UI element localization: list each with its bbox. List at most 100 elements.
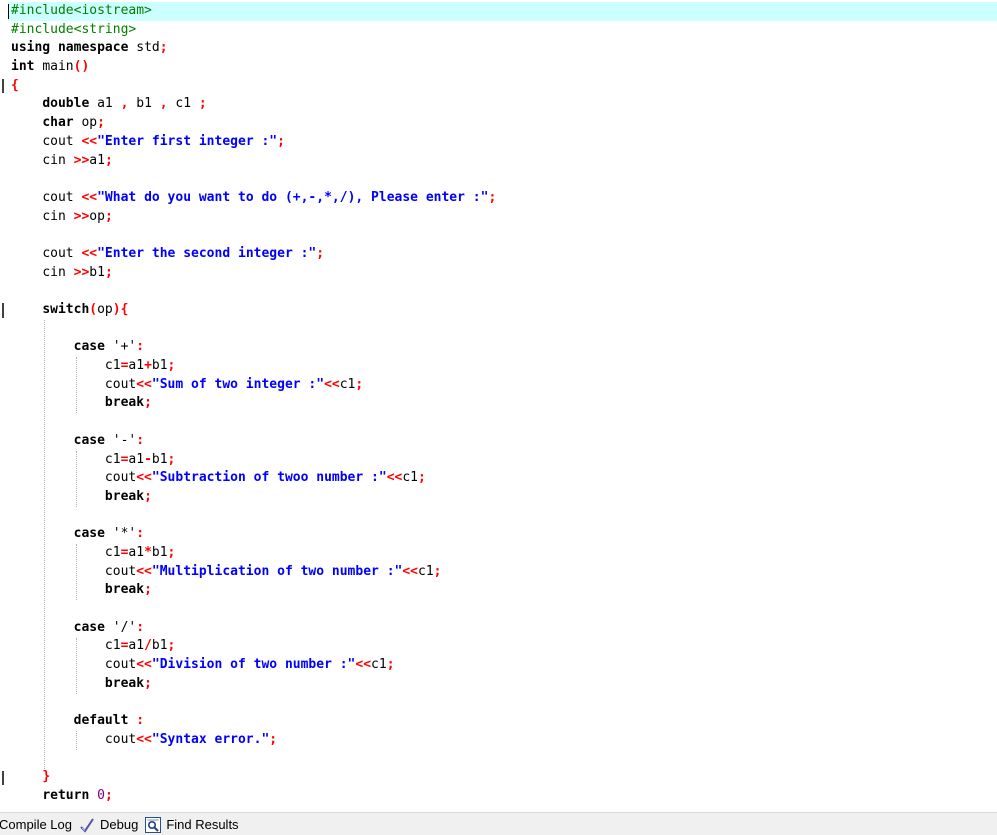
code-token: cout: [104, 470, 137, 486]
code-line[interactable]: [11, 693, 997, 712]
code-line[interactable]: [11, 282, 997, 301]
text-caret: [8, 4, 9, 19]
code-token: case: [73, 619, 105, 635]
code-line[interactable]: [11, 170, 997, 189]
code-token: >>: [73, 264, 90, 280]
code-token: cout: [42, 133, 74, 149]
code-token: <<: [136, 563, 152, 579]
code-line[interactable]: [11, 320, 997, 339]
tab-compile-log[interactable]: Compile Log: [0, 814, 79, 835]
code-line[interactable]: cout<<"Sum of two integer :"<<c1;: [11, 376, 997, 395]
code-editor[interactable]: #include<iostream> #include<string> using …: [0, 0, 997, 812]
code-token: '-': [112, 432, 137, 448]
code-line[interactable]: int main(): [11, 58, 997, 77]
code-line[interactable]: [11, 507, 997, 526]
code-token: >>: [73, 208, 90, 224]
code-token: <<: [402, 563, 418, 579]
code-token: break: [104, 675, 145, 691]
code-line[interactable]: cout<<"Syntax error.";: [11, 731, 997, 750]
code-line[interactable]: case '-':: [11, 432, 997, 451]
code-token: ;: [269, 731, 278, 747]
code-line[interactable]: cin >>b1;: [11, 264, 997, 283]
code-line[interactable]: }: [11, 768, 997, 787]
indent-guide: [44, 319, 46, 769]
code-line[interactable]: [11, 226, 997, 245]
code-line[interactable]: break;: [11, 488, 997, 507]
gutter-marker: [2, 303, 4, 318]
code-line[interactable]: break;: [11, 394, 997, 413]
code-token: cin: [42, 152, 66, 168]
gutter-marker: [2, 770, 4, 786]
code-token: c1: [371, 657, 387, 673]
code-token: <<: [386, 470, 403, 486]
code-token: ;: [167, 544, 176, 560]
code-token: a1: [128, 638, 145, 654]
code-line[interactable]: break;: [11, 675, 997, 694]
code-token: <<: [136, 731, 152, 747]
code-token: ;: [277, 133, 285, 149]
code-line[interactable]: cin >>op;: [11, 208, 997, 227]
code-line[interactable]: cout <<"What do you want to do (+,-,*,/)…: [11, 189, 997, 208]
code-area[interactable]: #include<iostream> #include<string> using …: [8, 2, 997, 806]
code-token: ;: [104, 208, 113, 224]
code-line[interactable]: cout<<"Multiplication of two number :"<<…: [11, 563, 997, 582]
code-token: ;: [104, 152, 113, 168]
code-line[interactable]: cout<<"Subtraction of twoo number :"<<c1…: [11, 469, 997, 488]
code-line[interactable]: c1=a1*b1;: [11, 544, 997, 563]
code-line[interactable]: cin >>a1;: [11, 152, 997, 171]
code-token: a1: [128, 544, 145, 560]
code-token: int: [11, 59, 35, 75]
code-token: {: [11, 77, 19, 93]
code-line[interactable]: return 0;: [11, 787, 997, 806]
code-token: return: [42, 787, 90, 803]
tab-debug-label: Debug: [100, 817, 139, 832]
code-line[interactable]: c1=a1/b1;: [11, 637, 997, 656]
code-token: ;: [144, 582, 152, 598]
code-token: <<: [136, 376, 152, 392]
code-token: ;: [144, 395, 152, 411]
tab-find-results[interactable]: Find Results: [144, 814, 245, 835]
code-line[interactable]: #include<string>: [11, 21, 997, 40]
code-line[interactable]: cout<<"Division of two number :"<<c1;: [11, 656, 997, 675]
tab-find-results-label: Find Results: [166, 817, 239, 832]
code-line[interactable]: default :: [11, 712, 997, 731]
code-line[interactable]: case '*':: [11, 525, 997, 544]
code-line[interactable]: char op;: [11, 114, 997, 133]
code-token: "Division of two number :": [151, 657, 356, 673]
code-line[interactable]: case '+':: [11, 338, 997, 357]
code-line[interactable]: double a1 , b1 , c1 ;: [11, 95, 997, 114]
code-line[interactable]: c1=a1+b1;: [11, 357, 997, 376]
tab-debug[interactable]: Debug: [78, 814, 145, 835]
code-line[interactable]: [11, 600, 997, 619]
code-line[interactable]: using namespace std;: [11, 39, 997, 58]
code-token: op: [89, 208, 105, 224]
code-token: <<: [81, 189, 98, 205]
code-line[interactable]: cout <<"Enter first integer :";: [11, 133, 997, 152]
code-token: case: [73, 432, 105, 448]
code-line[interactable]: #include<iostream>: [8, 2, 997, 21]
code-line[interactable]: switch(op){: [11, 301, 997, 320]
code-line[interactable]: [11, 413, 997, 432]
code-line[interactable]: {: [11, 77, 997, 96]
code-line[interactable]: cout <<"Enter the second integer :";: [11, 245, 997, 264]
code-line[interactable]: case '/':: [11, 619, 997, 638]
code-token: <<: [136, 657, 152, 673]
code-line[interactable]: [11, 750, 997, 769]
code-line[interactable]: break;: [11, 581, 997, 600]
code-token: "Syntax error.": [151, 731, 270, 747]
code-token: ;: [316, 245, 325, 261]
code-line[interactable]: c1=a1-b1;: [11, 451, 997, 470]
bottom-panel-tabs: Compile Log Debug Find Results: [0, 812, 997, 835]
